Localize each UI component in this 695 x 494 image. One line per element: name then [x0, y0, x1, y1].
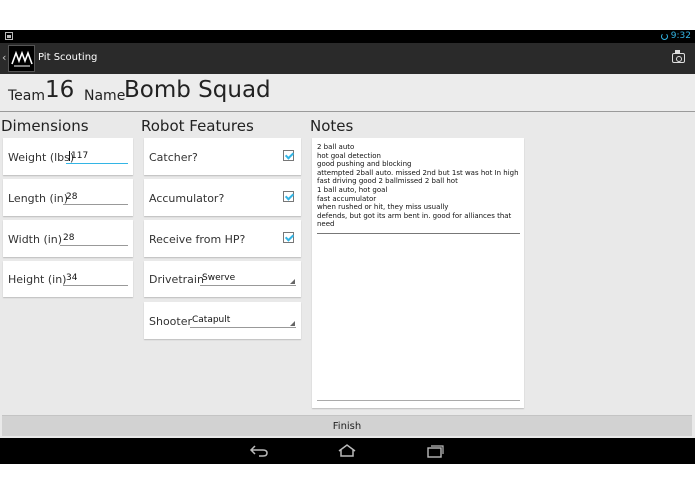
robot-features-title: Robot Features — [141, 117, 254, 135]
drivetrain-value: Swerve — [202, 273, 236, 283]
home-icon[interactable] — [337, 444, 357, 458]
finish-button[interactable]: Finish — [2, 415, 692, 436]
catcher-card[interactable]: Catcher? — [144, 138, 301, 175]
width-label: Width (in) — [8, 233, 63, 246]
accumulator-checkbox[interactable] — [283, 191, 294, 202]
notes-card: 2 ball auto hot goal detection good push… — [312, 138, 524, 408]
text-cursor — [69, 150, 70, 161]
back-icon[interactable] — [249, 444, 269, 458]
drivetrain-card: Drivetrain Swerve — [144, 261, 301, 297]
weight-label: Weight (lbs) — [8, 151, 75, 164]
main-content: Team 16 Name Bomb Squad Dimensions Weigh… — [0, 74, 695, 438]
status-time: 9:32 — [670, 31, 691, 41]
action-bar: ‹ Pit Scouting — [0, 43, 695, 74]
length-card: Length (in) 28 — [3, 179, 133, 216]
width-value: 28 — [63, 233, 75, 243]
team-label: Team — [8, 88, 46, 104]
drivetrain-label: Drivetrain — [149, 273, 204, 286]
accumulator-label: Accumulator? — [149, 192, 225, 205]
recent-apps-icon[interactable] — [425, 444, 445, 458]
accumulator-card[interactable]: Accumulator? — [144, 179, 301, 216]
height-value: 34 — [66, 273, 78, 283]
receive-hp-label: Receive from HP? — [149, 233, 246, 246]
team-row: Team 16 Name Bomb Squad — [0, 74, 695, 112]
team-name: Bomb Squad — [124, 77, 271, 103]
notes-underline — [317, 233, 520, 234]
shooter-spinner[interactable]: Catapult — [190, 314, 296, 328]
length-label: Length (in) — [8, 192, 69, 205]
notes-textarea[interactable]: 2 ball auto hot goal detection good push… — [317, 143, 520, 229]
finish-label: Finish — [332, 420, 362, 432]
height-card: Height (in) 34 — [3, 261, 133, 297]
team-number: 16 — [45, 77, 75, 103]
drivetrain-spinner[interactable]: Swerve — [200, 272, 296, 286]
weight-input[interactable]: 117 — [66, 150, 128, 164]
weight-value: 117 — [71, 151, 89, 161]
height-label: Height (in) — [8, 273, 67, 286]
action-bar-title: Pit Scouting — [38, 52, 98, 63]
back-chevron-icon[interactable]: ‹ — [2, 51, 6, 64]
length-value: 28 — [66, 192, 78, 202]
catcher-label: Catcher? — [149, 151, 198, 164]
notes-title: Notes — [310, 117, 354, 135]
dropdown-triangle-icon — [290, 321, 295, 326]
name-label: Name — [84, 88, 126, 104]
notes-scroll-track — [317, 400, 520, 401]
length-input[interactable]: 28 — [63, 191, 128, 205]
app-frame: 9:32 ‹ Pit Scouting Team 16 Name Bomb Sq… — [0, 0, 695, 494]
dimensions-title: Dimensions — [1, 117, 89, 135]
weight-card: Weight (lbs) 117 — [3, 138, 133, 175]
navigation-bar — [0, 438, 695, 464]
width-input[interactable]: 28 — [60, 232, 128, 246]
dropdown-triangle-icon — [290, 279, 295, 284]
app-logo-icon[interactable] — [8, 45, 35, 72]
catcher-checkbox[interactable] — [283, 150, 294, 161]
notification-image-icon — [5, 32, 13, 40]
receive-hp-checkbox[interactable] — [283, 232, 294, 243]
camera-icon[interactable] — [672, 50, 685, 63]
receive-hp-card[interactable]: Receive from HP? — [144, 220, 301, 257]
height-input[interactable]: 34 — [63, 272, 128, 286]
width-card: Width (in) 28 — [3, 220, 133, 257]
sync-icon — [660, 32, 668, 40]
shooter-card: Shooter Catapult — [144, 302, 301, 339]
status-right: 9:32 — [660, 31, 691, 41]
shooter-value: Catapult — [192, 315, 231, 325]
shooter-label: Shooter — [149, 315, 193, 328]
status-bar: 9:32 — [0, 30, 695, 43]
